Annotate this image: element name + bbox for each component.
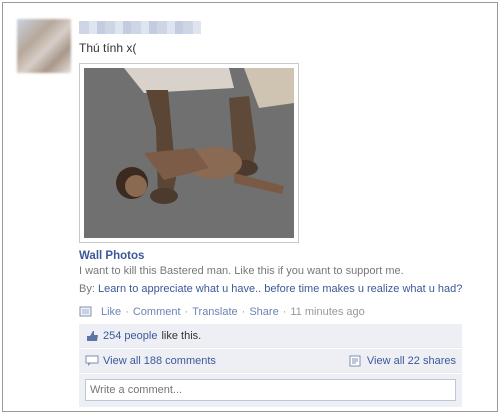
photo-album-icon: [79, 306, 92, 317]
likes-count-link[interactable]: 254 people: [103, 330, 157, 342]
action-separator: ·: [184, 306, 189, 318]
byline-page-link[interactable]: Learn to appreciate what u have.. before…: [98, 283, 462, 295]
view-all-shares-link[interactable]: View all 22 shares: [367, 355, 456, 367]
status-text: Thú tính x(: [79, 41, 137, 55]
timestamp[interactable]: 11 minutes ago: [290, 306, 364, 318]
share-link[interactable]: Share: [249, 306, 278, 318]
post-actions: Like · Comment · Translate · Share · 11 …: [79, 306, 365, 318]
wall-photo[interactable]: [79, 63, 299, 243]
thumbs-up-icon: [87, 330, 98, 341]
photo-image: [84, 68, 294, 238]
translate-link[interactable]: Translate: [192, 306, 237, 318]
comment-input[interactable]: [85, 379, 456, 401]
comment-input-row: [79, 374, 462, 407]
action-separator: ·: [282, 306, 287, 318]
comment-link[interactable]: Comment: [133, 306, 181, 318]
byline-prefix: By:: [79, 283, 98, 295]
byline: By: Learn to appreciate what u have.. be…: [79, 283, 462, 295]
comment-bubble-icon: [85, 355, 99, 366]
action-separator: ·: [241, 306, 246, 318]
action-separator: ·: [125, 306, 129, 318]
ufi-panel: 254 people like this. View all 188 comme…: [79, 324, 462, 407]
photo-caption: I want to kill this Bastered man. Like t…: [79, 265, 404, 277]
likes-suffix: like this.: [161, 329, 202, 342]
share-document-icon: [349, 355, 361, 366]
comments-shares-row: View all 188 comments View all 22 shares: [79, 349, 462, 373]
likes-row: 254 people like this.: [79, 324, 462, 348]
author-name-blurred[interactable]: [79, 21, 201, 34]
album-title-link[interactable]: Wall Photos: [79, 250, 144, 262]
post-frame: Thú tính x( Wall Photos I want to kill t…: [2, 2, 498, 412]
view-all-comments-link[interactable]: View all 188 comments: [103, 355, 216, 367]
like-link[interactable]: Like: [101, 306, 121, 318]
avatar[interactable]: [17, 19, 71, 73]
